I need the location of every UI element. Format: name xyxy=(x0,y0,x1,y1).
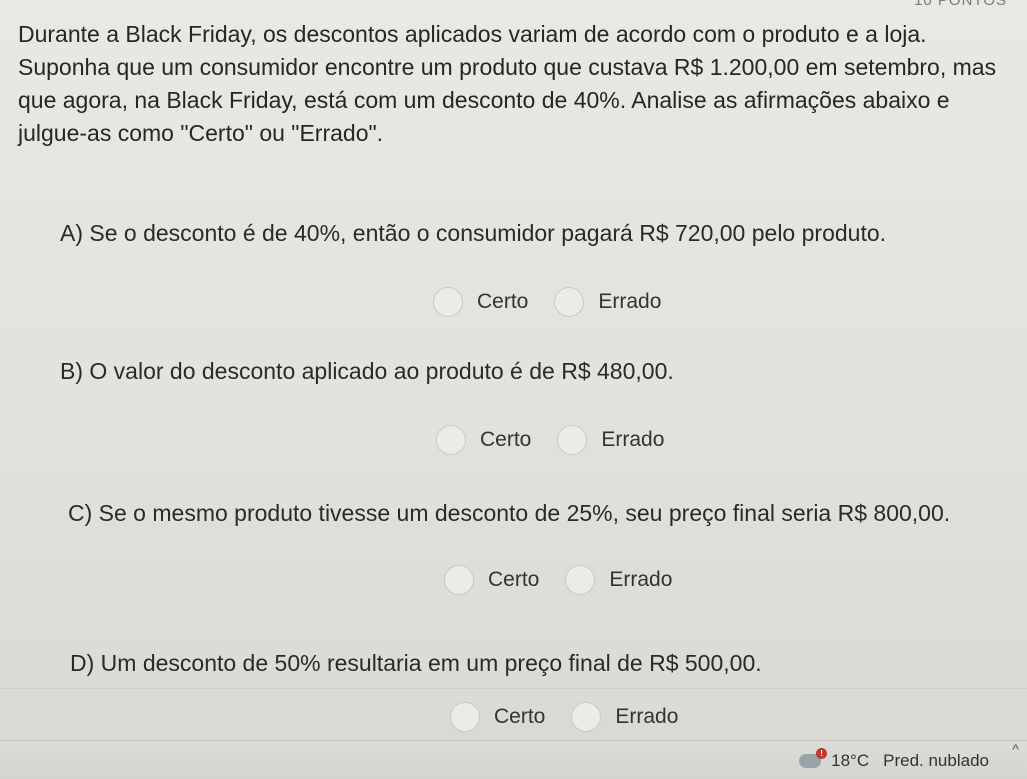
weather-alert-icon: ! xyxy=(816,748,828,759)
option-label: Certo xyxy=(488,568,540,591)
question-d-options: Certo Errado xyxy=(450,702,678,732)
option-label: Errado xyxy=(609,568,673,591)
question-c-options: Certo Errado xyxy=(444,565,672,595)
taskbar: ! 18°C Pred. nublado ^ xyxy=(0,740,1027,779)
option-label: Certo xyxy=(477,290,529,313)
weather-widget[interactable]: ! 18°C Pred. nublado xyxy=(799,748,989,771)
question-b-text: B) O valor do desconto aplicado ao produ… xyxy=(60,358,674,384)
question-b-options: Certo Errado xyxy=(436,425,664,455)
question-a-text: A) Se o desconto é de 40%, então o consu… xyxy=(60,220,887,246)
quiz-page: 10 PONTOS Durante a Black Friday, os des… xyxy=(0,0,1027,779)
radio-errado-c[interactable] xyxy=(565,565,596,595)
question-c-option-errado[interactable]: Errado xyxy=(565,565,672,595)
radio-certo-d[interactable] xyxy=(450,702,480,732)
question-d-option-errado[interactable]: Errado xyxy=(571,702,678,732)
radio-errado-d[interactable] xyxy=(571,702,602,732)
question-c-option-certo[interactable]: Certo xyxy=(444,565,539,595)
question-a-option-errado[interactable]: Errado xyxy=(554,287,661,317)
radio-certo-a[interactable] xyxy=(433,287,463,317)
radio-errado-b[interactable] xyxy=(557,425,588,455)
radio-certo-c[interactable] xyxy=(444,565,474,595)
chevron-up-icon[interactable]: ^ xyxy=(1012,741,1019,757)
question-intro: Durante a Black Friday, os descontos apl… xyxy=(18,21,997,146)
weather-forecast: Pred. nublado xyxy=(883,751,989,770)
option-label: Errado xyxy=(615,705,679,728)
radio-certo-b[interactable] xyxy=(436,425,466,455)
question-a-option-certo[interactable]: Certo xyxy=(433,287,528,317)
weather-temperature: 18°C xyxy=(831,751,870,770)
option-label: Errado xyxy=(601,428,665,451)
points-badge: 10 PONTOS xyxy=(914,0,1007,9)
question-d-option-certo[interactable]: Certo xyxy=(450,702,545,732)
option-label: Certo xyxy=(480,428,532,451)
option-label: Errado xyxy=(598,290,662,313)
option-label: Certo xyxy=(494,705,546,728)
question-d-text: D) Um desconto de 50% resultaria em um p… xyxy=(70,650,762,676)
question-c-text: C) Se o mesmo produto tivesse um descont… xyxy=(68,500,951,526)
question-b-option-certo[interactable]: Certo xyxy=(436,425,531,455)
question-b-option-errado[interactable]: Errado xyxy=(557,425,664,455)
cloud-icon: ! xyxy=(799,748,828,768)
divider xyxy=(0,688,1027,689)
radio-errado-a[interactable] xyxy=(554,287,585,317)
question-a-options: Certo Errado xyxy=(433,287,661,317)
